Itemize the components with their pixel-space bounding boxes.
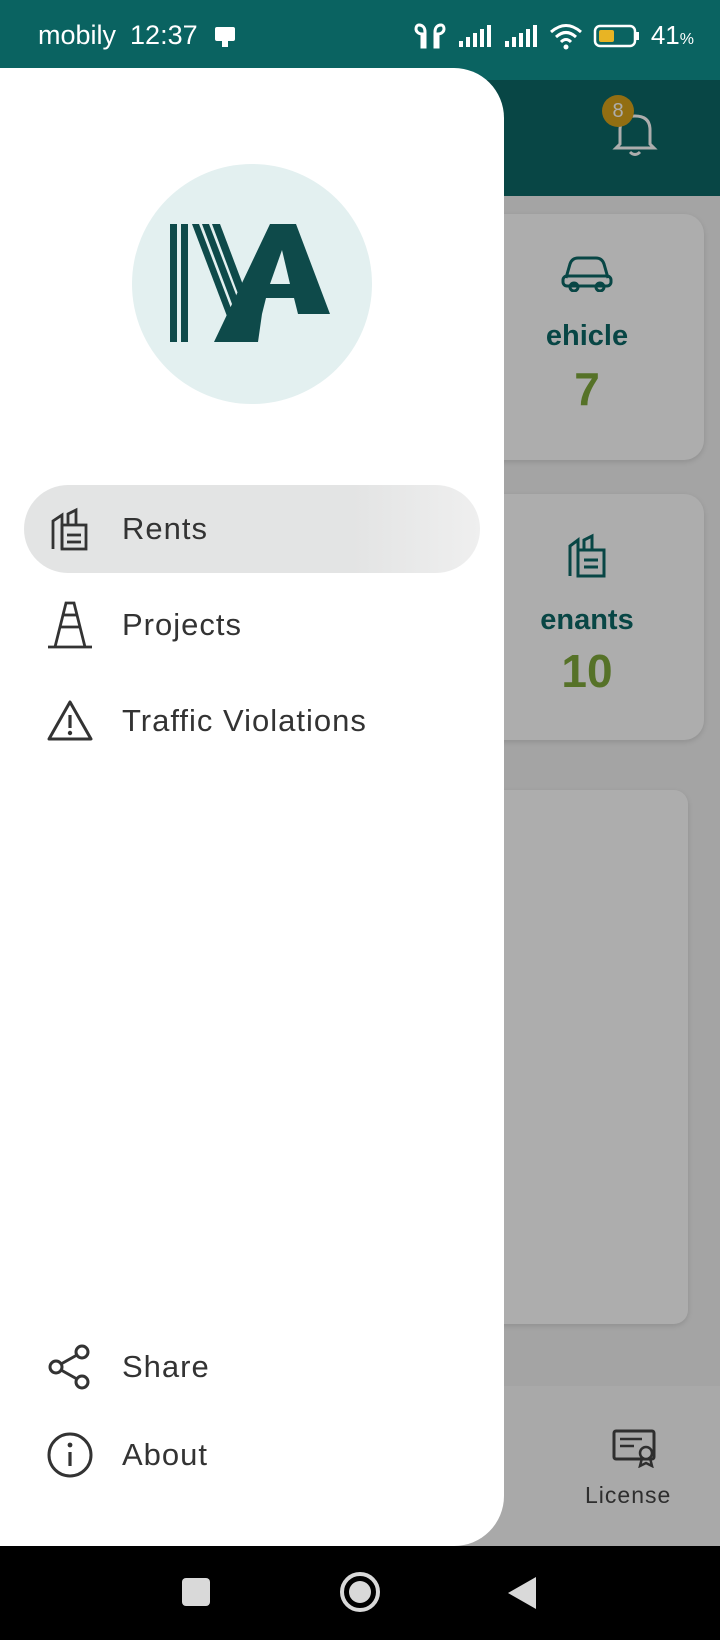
drawer-item-label: About	[122, 1437, 209, 1472]
drawer-item-share[interactable]: Share	[24, 1323, 480, 1411]
road-icon	[46, 601, 94, 649]
back-button[interactable]	[504, 1574, 540, 1617]
drawer-item-traffic-violations[interactable]: Traffic Violations	[24, 677, 480, 765]
clock: 12:37	[130, 20, 198, 50]
drawer-item-label: Rents	[122, 511, 208, 546]
signal-icon	[503, 23, 539, 49]
recents-button[interactable]	[180, 1574, 212, 1615]
drawer-item-rents[interactable]: Rents	[24, 485, 480, 573]
app-logo	[132, 164, 372, 404]
carrier-name: mobily	[38, 20, 117, 50]
battery-icon	[593, 23, 641, 49]
home-button[interactable]	[338, 1570, 382, 1619]
drawer-item-projects[interactable]: Projects	[24, 581, 480, 669]
navigation-drawer: Rents Projects Traffic Violations Share …	[0, 68, 504, 1546]
drawer-item-label: Traffic Violations	[122, 703, 367, 738]
drawer-item-about[interactable]: About	[24, 1411, 480, 1499]
warning-icon	[46, 697, 94, 745]
drawer-item-label: Projects	[122, 607, 242, 642]
info-icon	[46, 1431, 94, 1479]
system-nav-bar	[0, 1546, 720, 1640]
battery-percent: 41%	[650, 20, 694, 50]
earbuds-icon	[413, 21, 447, 51]
wifi-icon	[549, 22, 583, 50]
notification-icon	[212, 23, 238, 49]
buildings-icon	[46, 505, 94, 553]
share-icon	[46, 1343, 94, 1391]
drawer-item-label: Share	[122, 1349, 210, 1384]
signal-icon	[457, 23, 493, 49]
